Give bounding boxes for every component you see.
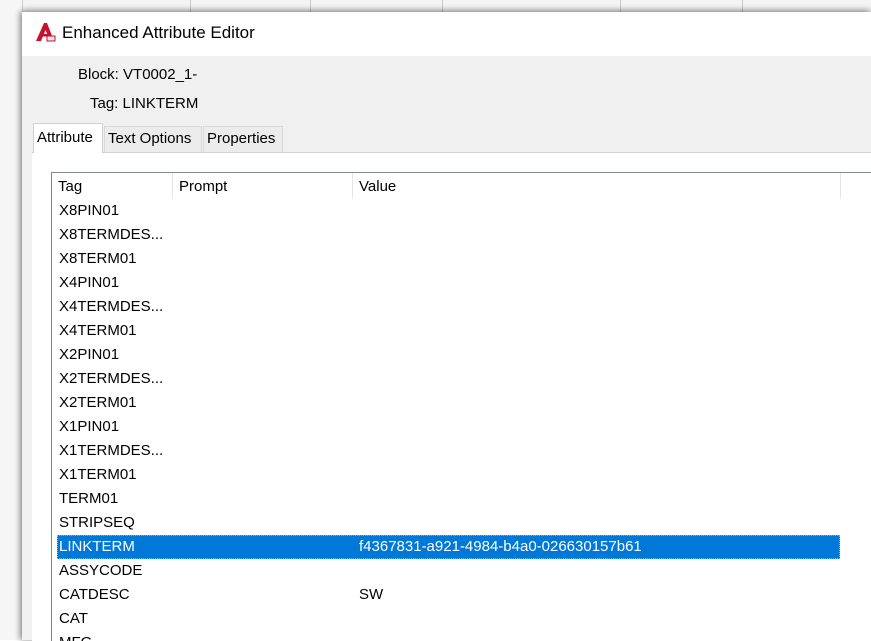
cell-tag: LINKTERM — [59, 538, 135, 555]
cell-tag: X4PIN01 — [59, 274, 120, 291]
cell-tag: CAT — [59, 610, 88, 627]
table-row[interactable]: X1TERM01 — [52, 463, 871, 487]
autocad-icon — [34, 21, 56, 43]
cell-tag: X8TERMDES... — [59, 226, 164, 243]
cell-tag: ASSYCODE — [59, 562, 143, 579]
cell-tag: X2TERM01 — [59, 394, 137, 411]
cell-tag: X4TERMDES... — [59, 298, 164, 315]
cell-tag: STRIPSEQ — [59, 514, 135, 531]
cell-tag: X1TERM01 — [59, 466, 137, 483]
tab-properties[interactable]: Properties — [203, 126, 283, 152]
table-row[interactable]: X8PIN01 — [52, 199, 871, 223]
table-row[interactable]: X4TERM01 — [52, 319, 871, 343]
attribute-rows: X8PIN01 X8TERMDES... X8TERM01 X4PIN01 X4TERM… — [52, 199, 871, 641]
table-row[interactable]: X1TERMDES... — [52, 439, 871, 463]
background-app-panel — [0, 0, 23, 640]
column-header-prompt-label: Prompt — [179, 178, 228, 195]
table-row[interactable]: LINKTERM f4367831-a921-4984-b4a0-02663015… — [52, 535, 871, 559]
table-row[interactable]: X2TERMDES... — [52, 367, 871, 391]
column-header-tag[interactable]: Tag — [52, 173, 173, 199]
tab-text-options-label: Text Options — [108, 130, 192, 147]
cell-tag: X2TERMDES... — [59, 370, 164, 387]
table-row[interactable]: X4PIN01 — [52, 271, 871, 295]
table-row[interactable]: CATDESC SW — [52, 583, 871, 607]
cell-value: f4367831-a921-4984-b4a0-026630157b61 — [359, 538, 642, 555]
tab-attribute[interactable]: Attribute — [33, 123, 103, 153]
table-row[interactable]: X2PIN01 — [52, 343, 871, 367]
cell-tag: TERM01 — [59, 490, 119, 507]
block-info: Block: VT0002_1- — [78, 66, 197, 83]
table-row[interactable]: CAT — [52, 607, 871, 631]
list-header: Tag Prompt Value — [52, 173, 871, 199]
table-row[interactable]: X2TERM01 — [52, 391, 871, 415]
table-row[interactable]: X8TERM01 — [52, 247, 871, 271]
cell-tag: X4TERM01 — [59, 322, 137, 339]
enhanced-attribute-editor-dialog: Enhanced Attribute Editor Block: VT0002_… — [22, 12, 871, 641]
table-row[interactable]: STRIPSEQ — [52, 511, 871, 535]
table-row[interactable]: ASSYCODE — [52, 559, 871, 583]
tag-value: LINKTERM — [122, 95, 199, 112]
column-header-value-label: Value — [359, 178, 397, 195]
table-row[interactable]: TERM01 — [52, 487, 871, 511]
attribute-list[interactable]: Tag Prompt Value X8PIN01 X8TERMDES... X8TE… — [51, 172, 871, 641]
table-row[interactable]: X8TERMDES... — [52, 223, 871, 247]
tab-properties-label: Properties — [207, 130, 276, 147]
tag-label: Tag: — [90, 95, 119, 112]
title-bar[interactable]: Enhanced Attribute Editor — [22, 12, 871, 56]
cell-tag: X1PIN01 — [59, 418, 120, 435]
cell-tag: X1TERMDES... — [59, 442, 164, 459]
cell-value: SW — [359, 586, 384, 603]
column-header-tag-label: Tag — [58, 178, 83, 195]
tab-text-options[interactable]: Text Options — [104, 126, 202, 152]
block-value: VT0002_1- — [123, 66, 198, 83]
window-title: Enhanced Attribute Editor — [62, 23, 255, 42]
column-header-value[interactable]: Value — [353, 173, 841, 199]
cell-tag: X8PIN01 — [59, 202, 120, 219]
tab-attribute-label: Attribute — [37, 129, 93, 146]
cell-tag: X8TERM01 — [59, 250, 137, 267]
tag-info: Tag: LINKTERM — [90, 95, 198, 112]
column-header-prompt[interactable]: Prompt — [173, 173, 353, 199]
cell-tag: X2PIN01 — [59, 346, 120, 363]
cell-tag: CATDESC — [59, 586, 130, 603]
table-row[interactable]: X1PIN01 — [52, 415, 871, 439]
block-label: Block: — [78, 66, 119, 83]
table-row[interactable]: X4TERMDES... — [52, 295, 871, 319]
